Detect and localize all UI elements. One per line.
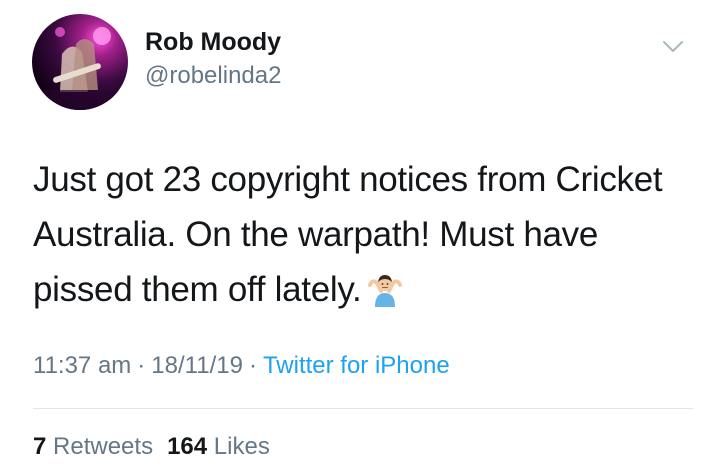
tweet-body: Just got 23 copyright notices from Crick… [33, 160, 663, 309]
divider [33, 408, 693, 409]
likes-count: 164 [167, 433, 208, 460]
tweet-card: Rob Moody @robelinda2 Just got 23 copyri… [0, 0, 724, 474]
tweet-stats: 7 Retweets 164 Likes [33, 433, 270, 461]
man-shrugging-emoji-icon [367, 268, 403, 307]
retweets-label: Retweets [53, 433, 154, 460]
meta-separator: · [137, 352, 146, 379]
likes-stat[interactable]: 164 Likes [167, 433, 270, 460]
tweet-date[interactable]: 18/11/19 [151, 352, 243, 379]
user-handle[interactable]: @robelinda2 [145, 62, 281, 90]
avatar-photo [32, 27, 128, 110]
tweet-time[interactable]: 11:37 am [33, 352, 131, 379]
user-name[interactable]: Rob Moody [145, 28, 281, 57]
chevron-down-icon[interactable] [662, 40, 684, 54]
retweets-count: 7 [33, 433, 47, 460]
avatar[interactable] [32, 14, 128, 110]
retweets-stat[interactable]: 7 Retweets [33, 433, 153, 460]
meta-separator: · [248, 352, 257, 379]
tweet-source-link[interactable]: Twitter for iPhone [263, 352, 450, 379]
tweet-meta: 11:37 am · 18/11/19 · Twitter for iPhone [33, 352, 450, 380]
likes-label: Likes [213, 433, 270, 460]
tweet-text: Just got 23 copyright notices from Crick… [33, 152, 693, 317]
